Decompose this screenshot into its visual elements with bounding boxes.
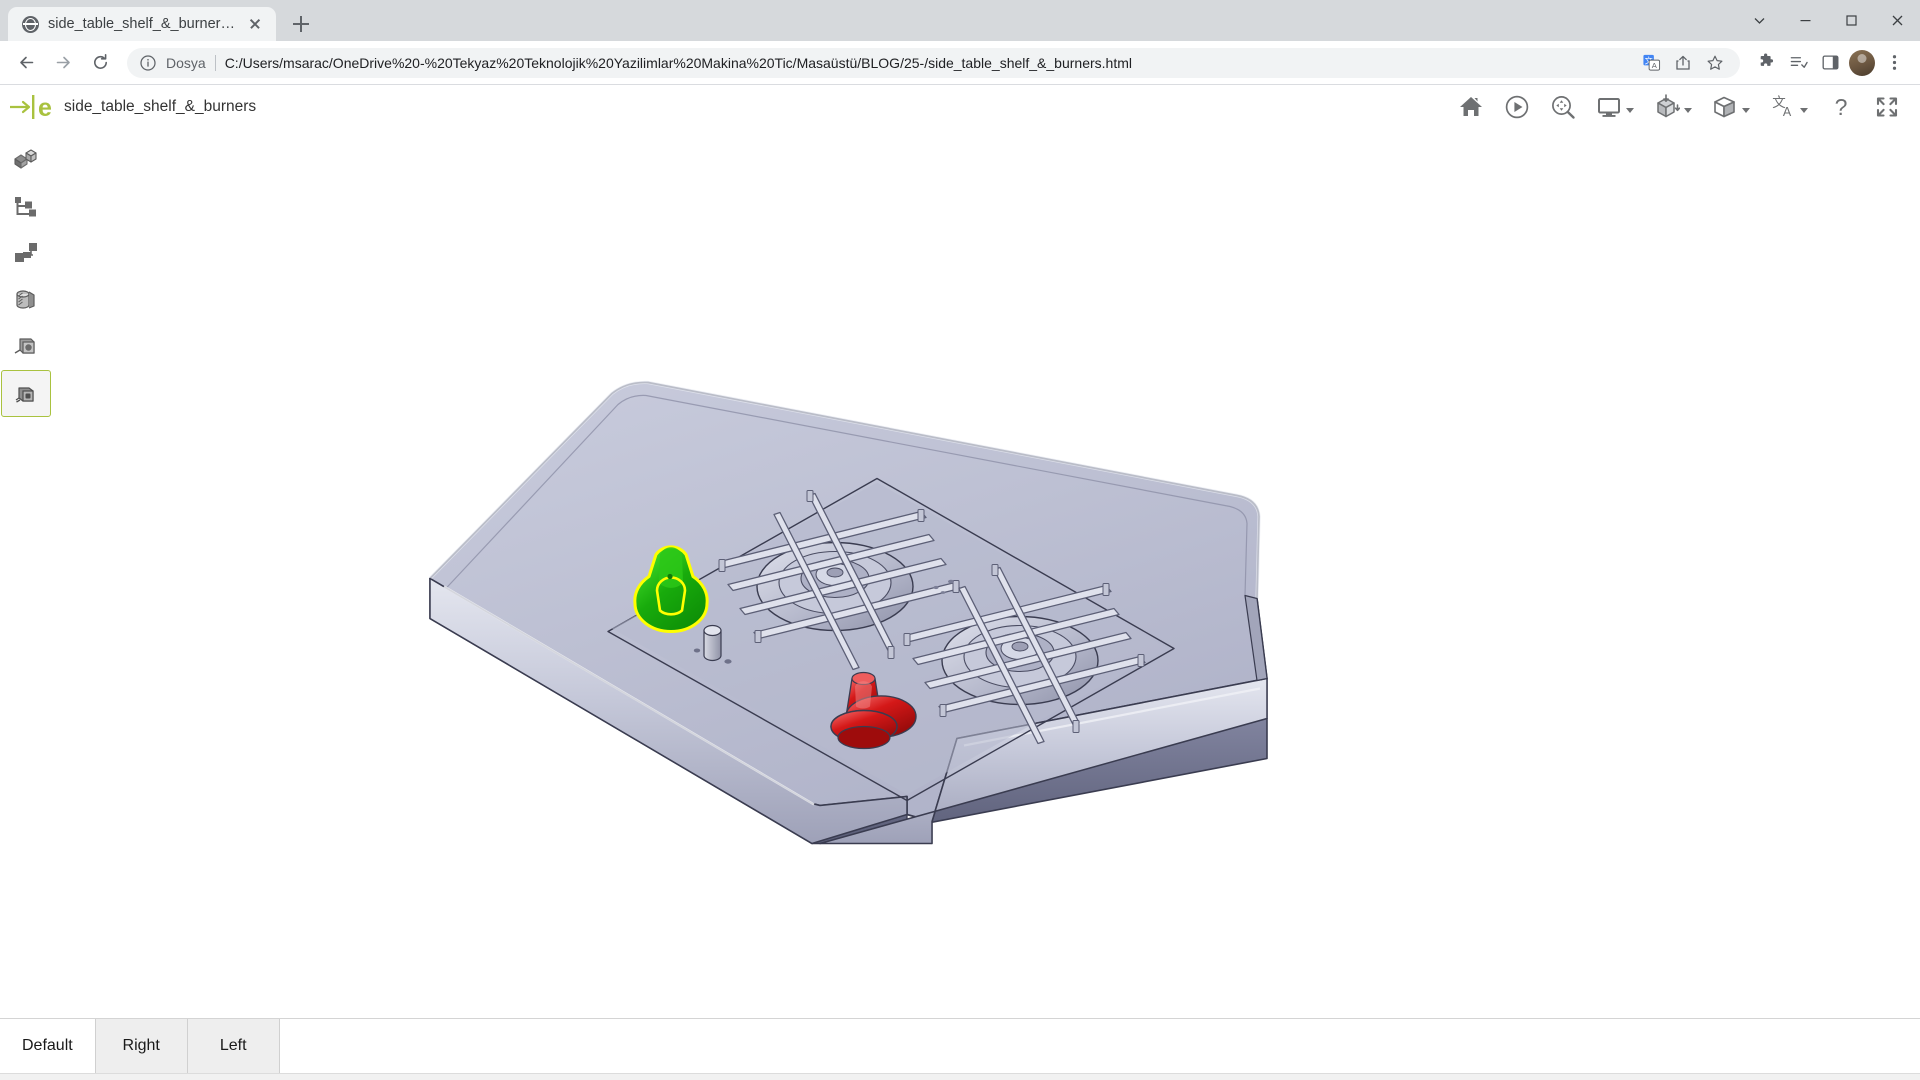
reload-icon[interactable] xyxy=(84,47,116,79)
back-arrow-icon[interactable] xyxy=(10,47,42,79)
explode-cube-icon[interactable] xyxy=(1648,90,1698,124)
minimize-icon[interactable] xyxy=(1782,0,1828,41)
tab-left[interactable]: Left xyxy=(187,1019,280,1073)
browser-tab-strip: side_table_shelf_&_burners.html xyxy=(0,0,1920,41)
edrawings-viewer: e side_table_shelf_&_burners 文 A ? Defau… xyxy=(0,85,1920,1080)
close-icon[interactable] xyxy=(244,13,266,35)
window-controls xyxy=(1736,0,1920,41)
chevron-down-icon[interactable] xyxy=(1626,107,1634,113)
play-icon[interactable] xyxy=(1498,90,1536,124)
page-title: side_table_shelf_&_burners xyxy=(64,98,257,115)
translate-icon[interactable]: 文 A xyxy=(1764,90,1814,124)
edrawings-sidebar xyxy=(0,129,52,1018)
camera-icon xyxy=(15,386,34,403)
sidebar-item-markup[interactable] xyxy=(1,229,51,276)
sidebar-item-section[interactable] xyxy=(1,276,51,323)
kebab-menu-icon[interactable] xyxy=(1878,47,1910,79)
svg-text:A: A xyxy=(1783,105,1792,119)
tree-branch-icon xyxy=(15,196,36,216)
section-cut-icon xyxy=(16,289,35,309)
cad-model-render xyxy=(428,380,1268,845)
url-scheme-label: Dosya xyxy=(166,54,206,71)
help-icon[interactable]: ? xyxy=(1822,90,1860,124)
maximize-icon[interactable] xyxy=(1828,0,1874,41)
chevron-down-icon[interactable] xyxy=(1742,107,1750,113)
omnibox-divider xyxy=(214,54,216,71)
chevron-down-icon[interactable] xyxy=(1800,107,1808,113)
browser-extension-area xyxy=(1750,47,1910,79)
svg-text:e: e xyxy=(38,94,52,122)
svg-text:?: ? xyxy=(1835,94,1848,120)
tab-right[interactable]: Right xyxy=(95,1019,188,1073)
reading-list-icon[interactable] xyxy=(1782,47,1814,79)
sidebar-item-assembly[interactable] xyxy=(1,182,51,229)
shaded-cube-icon[interactable] xyxy=(1706,90,1756,124)
markup-blocks-icon xyxy=(15,242,37,262)
star-icon[interactable] xyxy=(1702,50,1728,76)
browser-tab[interactable]: side_table_shelf_&_burners.html xyxy=(8,7,276,41)
edrawings-body xyxy=(0,129,1920,1018)
sidebar-item-camera[interactable] xyxy=(1,370,51,417)
chevron-down-icon[interactable] xyxy=(1736,0,1782,41)
globe-icon xyxy=(22,15,39,33)
close-icon[interactable] xyxy=(1874,0,1920,41)
puzzle-icon[interactable] xyxy=(1750,47,1782,79)
status-bar xyxy=(0,1073,1920,1080)
home-icon[interactable] xyxy=(1452,90,1490,124)
avatar[interactable] xyxy=(1849,49,1875,76)
sidebar-item-measure[interactable] xyxy=(1,323,51,370)
measure-icon xyxy=(14,337,35,354)
components-icon xyxy=(14,148,37,169)
browser-nav-bar: Dosya C:/Users/msarac/OneDrive%20-%20Tek… xyxy=(0,41,1920,85)
address-bar[interactable]: Dosya C:/Users/msarac/OneDrive%20-%20Tek… xyxy=(127,47,1740,78)
browser-window: side_table_shelf_&_burners.html xyxy=(0,0,1920,1080)
zoom-fit-icon[interactable] xyxy=(1544,90,1582,124)
display-icon[interactable] xyxy=(1590,90,1640,124)
sidebar-item-components[interactable] xyxy=(1,135,51,182)
forward-arrow-icon[interactable] xyxy=(47,47,79,79)
info-circle-icon xyxy=(139,54,157,72)
url-text: C:/Users/msarac/OneDrive%20-%20Tekyaz%20… xyxy=(224,54,1132,71)
edrawings-header: e side_table_shelf_&_burners 文 A ? xyxy=(0,85,1920,129)
view-tabs: Default Right Left xyxy=(0,1018,1920,1073)
browser-tab-title: side_table_shelf_&_burners.html xyxy=(48,16,238,32)
side-panel-icon[interactable] xyxy=(1814,47,1846,79)
plus-icon[interactable] xyxy=(286,9,316,39)
model-canvas[interactable] xyxy=(52,129,1920,1018)
chevron-down-icon[interactable] xyxy=(1684,107,1692,113)
view-tabs-filler xyxy=(279,1019,1920,1073)
tab-default[interactable]: Default xyxy=(0,1019,96,1073)
fullscreen-icon[interactable] xyxy=(1868,90,1906,124)
edrawings-toolbar: 文 A ? xyxy=(1444,90,1906,124)
share-icon[interactable] xyxy=(1670,50,1696,76)
edrawings-logo: e xyxy=(8,92,54,122)
translate-icon[interactable]: 文 A xyxy=(1638,50,1664,76)
